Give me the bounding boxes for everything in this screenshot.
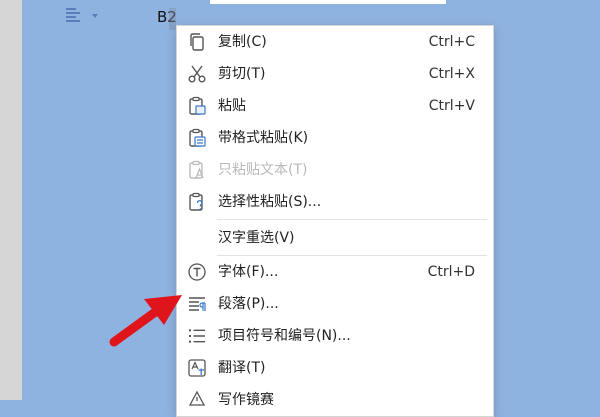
paragraph-icon xyxy=(189,297,206,311)
menu-item-shortcut: Ctrl+C xyxy=(428,34,475,50)
scissors-icon xyxy=(188,65,206,83)
menu-item-label: 段落(P)... xyxy=(218,296,279,312)
menu-item-font[interactable]: 字体(F)... Ctrl+D xyxy=(177,256,493,288)
menu-item-label: 只粘贴文本(T) xyxy=(218,162,308,178)
bullet-list-icon xyxy=(189,329,205,343)
menu-item-paste-text-only[interactable]: 只粘贴文本(T) xyxy=(177,154,493,186)
paragraph-align-icon[interactable] xyxy=(66,8,82,22)
menu-item-label: 粘贴 xyxy=(218,98,246,114)
paste-formatted-icon xyxy=(189,128,206,147)
paste-text-only-icon xyxy=(189,160,204,179)
paste-icon xyxy=(189,96,206,115)
red-pointer-arrow xyxy=(109,295,182,347)
menu-item-label: 翻译(T) xyxy=(218,360,266,376)
left-margin-strip xyxy=(0,0,22,400)
menu-item-cut[interactable]: 剪切(T) Ctrl+X xyxy=(177,58,493,90)
menu-item-paragraph[interactable]: 段落(P)... xyxy=(177,288,493,320)
menu-item-paste[interactable]: 粘贴 Ctrl+V xyxy=(177,90,493,122)
menu-item-copy[interactable]: 复制(C) Ctrl+C xyxy=(177,26,493,58)
menu-item-paste-special[interactable]: 选择性粘贴(S)... xyxy=(177,186,493,218)
translate-icon xyxy=(188,359,206,377)
menu-separator xyxy=(217,219,487,220)
writing-icon xyxy=(188,390,206,406)
menu-item-label: 带格式粘贴(K) xyxy=(218,130,309,146)
copy-icon xyxy=(190,33,204,51)
menu-item-label: 剪切(T) xyxy=(218,66,266,82)
font-icon xyxy=(188,263,206,281)
menu-item-label: 复制(C) xyxy=(218,34,267,50)
context-menu: 复制(C) Ctrl+C 剪切(T) Ctrl+X 粘贴 Ctrl+V 带格式粘… xyxy=(176,25,494,417)
menu-item-shortcut: Ctrl+D xyxy=(427,264,475,280)
toolbar-edge xyxy=(210,0,446,4)
menu-item-label: 写作镜赛 xyxy=(218,392,274,408)
menu-item-bullets-numbering[interactable]: 项目符号和编号(N)... xyxy=(177,320,493,352)
chevron-down-icon[interactable] xyxy=(92,14,98,18)
menu-item-writing[interactable]: 写作镜赛 xyxy=(177,384,493,416)
menu-item-label: 项目符号和编号(N)... xyxy=(218,328,351,344)
menu-item-translate[interactable]: 翻译(T) xyxy=(177,352,493,384)
menu-item-label: 汉字重选(V) xyxy=(218,230,295,246)
paste-special-icon xyxy=(189,192,203,211)
menu-item-shortcut: Ctrl+X xyxy=(428,66,475,82)
menu-item-shortcut: Ctrl+V xyxy=(428,98,475,114)
menu-item-hanzi-reselect[interactable]: 汉字重选(V) xyxy=(177,222,493,254)
menu-item-label: 字体(F)... xyxy=(218,264,279,280)
menu-item-paste-formatted[interactable]: 带格式粘贴(K) xyxy=(177,122,493,154)
menu-item-label: 选择性粘贴(S)... xyxy=(218,194,322,210)
text-cursor xyxy=(169,8,176,30)
